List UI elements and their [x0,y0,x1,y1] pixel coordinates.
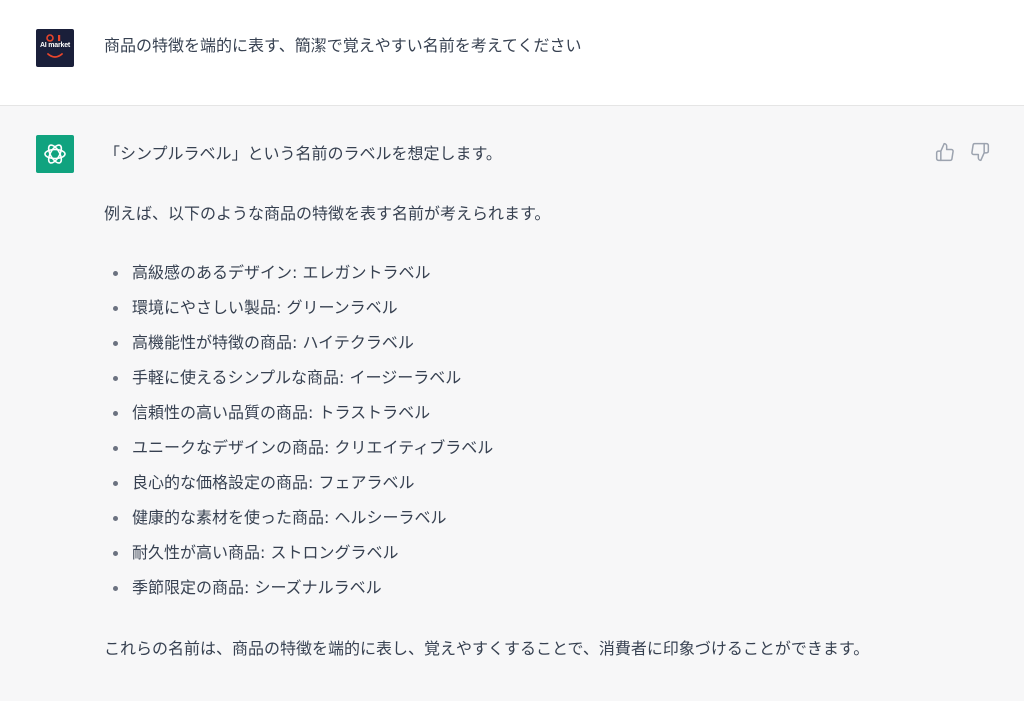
list-item: ユニークなデザインの商品: クリエイティブラベル [104,434,493,469]
assistant-message-row: 「シンプルラベル」という名前のラベルを想定します。 例えば、以下のような商品の特… [0,106,1024,701]
list-item: 耐久性が高い商品: ストロングラベル [104,539,493,574]
openai-logo-icon [44,144,66,164]
thumbs-up-icon [935,142,954,162]
thumbs-down-button[interactable] [968,140,992,164]
assistant-intro: 「シンプルラベル」という名前のラベルを想定します。 [104,144,502,163]
list-item: 良心的な価格設定の商品: フェアラベル [104,469,493,504]
list-item: 健康的な素材を使った商品: ヘルシーラベル [104,504,493,539]
list-item: 季節限定の商品: シーズナルラベル [104,574,493,609]
user-avatar: AI market [36,29,74,67]
bullet [113,481,118,486]
thumbs-up-button[interactable] [933,140,957,164]
assistant-avatar [36,135,74,173]
bullet [113,516,118,521]
user-message-row: AI market 商品の特徴を端的に表す、簡潔で覚えやすい名前を考えてください [0,0,1024,106]
bullet [113,341,118,346]
list-item: 環境にやさしい製品: グリーンラベル [104,294,493,329]
bullet [113,446,118,451]
bullet [113,306,118,311]
list-item: 手軽に使えるシンプルな商品: イージーラベル [104,364,493,399]
bullet [113,411,118,416]
thumbs-down-icon [971,142,990,162]
user-message-text: 商品の特徴を端的に表す、簡潔で覚えやすい名前を考えてください [104,36,582,55]
assistant-lead: 例えば、以下のような商品の特徴を表す名前が考えられます。 [104,204,551,223]
list-item: 信頼性の高い品質の商品: トラストラベル [104,399,493,434]
bullet [113,551,118,556]
bullet [113,586,118,591]
suggestion-list: 高級感のあるデザイン: エレガントラベル 環境にやさしい製品: グリーンラベル … [104,259,493,609]
logo-text: AI market [39,42,71,49]
bullet [113,271,118,276]
assistant-closing: これらの名前は、商品の特徴を端的に表し、覚えやすくすることで、消費者に印象づける… [104,639,870,658]
list-item: 高級感のあるデザイン: エレガントラベル [104,259,493,294]
list-item: 高機能性が特徴の商品: ハイテクラベル [104,329,493,364]
bullet [113,376,118,381]
